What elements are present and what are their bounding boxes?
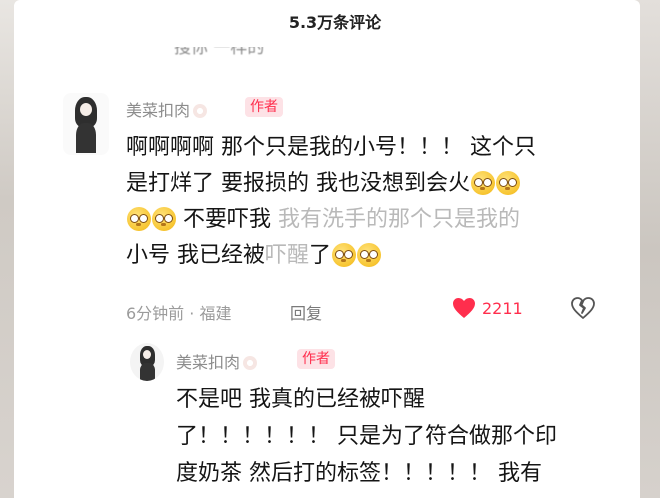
comment-text: 啊啊啊啊 那个只是我的小号！！！ 这个只 是打烊了 要报损的 我也没想到会火 不… xyxy=(126,130,536,274)
author-badge: 作者 xyxy=(245,97,283,117)
like-button[interactable]: 2211 xyxy=(452,297,523,319)
comment-line-3: 不要吓我 我有洗手的那个只是我的 xyxy=(126,202,536,238)
flower-icon xyxy=(193,104,208,118)
comments-header: 5.3万条评论 xyxy=(14,0,640,44)
reply-button[interactable]: 回复 xyxy=(290,300,322,324)
flushed-emoji-icon xyxy=(471,171,495,195)
flushed-emoji-icon xyxy=(332,243,357,267)
author-badge: 作者 xyxy=(297,349,335,369)
reply-username[interactable]: 美菜扣肉 xyxy=(176,349,258,373)
flushed-emoji-icon xyxy=(152,207,176,231)
reply-line-1: 不是吧 我真的已经被吓醒 xyxy=(176,387,425,412)
flushed-emoji-icon xyxy=(357,243,382,267)
previous-comment-fragment: 搜你 一样的 xyxy=(174,47,265,58)
comments-sheet: 5.3万条评论 搜你 一样的 美菜扣肉 作者 啊啊啊啊 那个只是我的小号！！！ … xyxy=(14,0,640,498)
broken-heart-icon[interactable] xyxy=(570,296,596,320)
like-count: 2211 xyxy=(482,298,523,318)
comment-line-1: 啊啊啊啊 那个只是我的小号！！！ 这个只 xyxy=(126,135,536,160)
comment-line-2: 是打烊了 要报损的 我也没想到会火 xyxy=(126,166,536,202)
heart-icon xyxy=(453,298,475,318)
flower-icon xyxy=(243,356,258,370)
avatar[interactable] xyxy=(130,343,164,381)
comment-count-title: 5.3万条评论 xyxy=(288,13,382,32)
reply-text: 不是吧 我真的已经被吓醒 了！！！！！！ 只是为了符合做那个印 度奶茶 然后打的… xyxy=(176,381,557,492)
flushed-emoji-icon xyxy=(127,207,151,231)
comment-username[interactable]: 美菜扣肉 xyxy=(126,97,208,121)
avatar[interactable] xyxy=(63,93,109,155)
reply-line-3: 度奶茶 然后打的标签！！！！！ 我有 xyxy=(176,461,542,486)
flushed-emoji-icon xyxy=(496,171,520,195)
comment-time-location: 6分钟前 · 福建 xyxy=(126,304,232,323)
reply-line-2: 了！！！！！！ 只是为了符合做那个印 xyxy=(176,424,557,449)
comment-line-4: 小号 我已经被吓醒了 xyxy=(126,238,536,274)
